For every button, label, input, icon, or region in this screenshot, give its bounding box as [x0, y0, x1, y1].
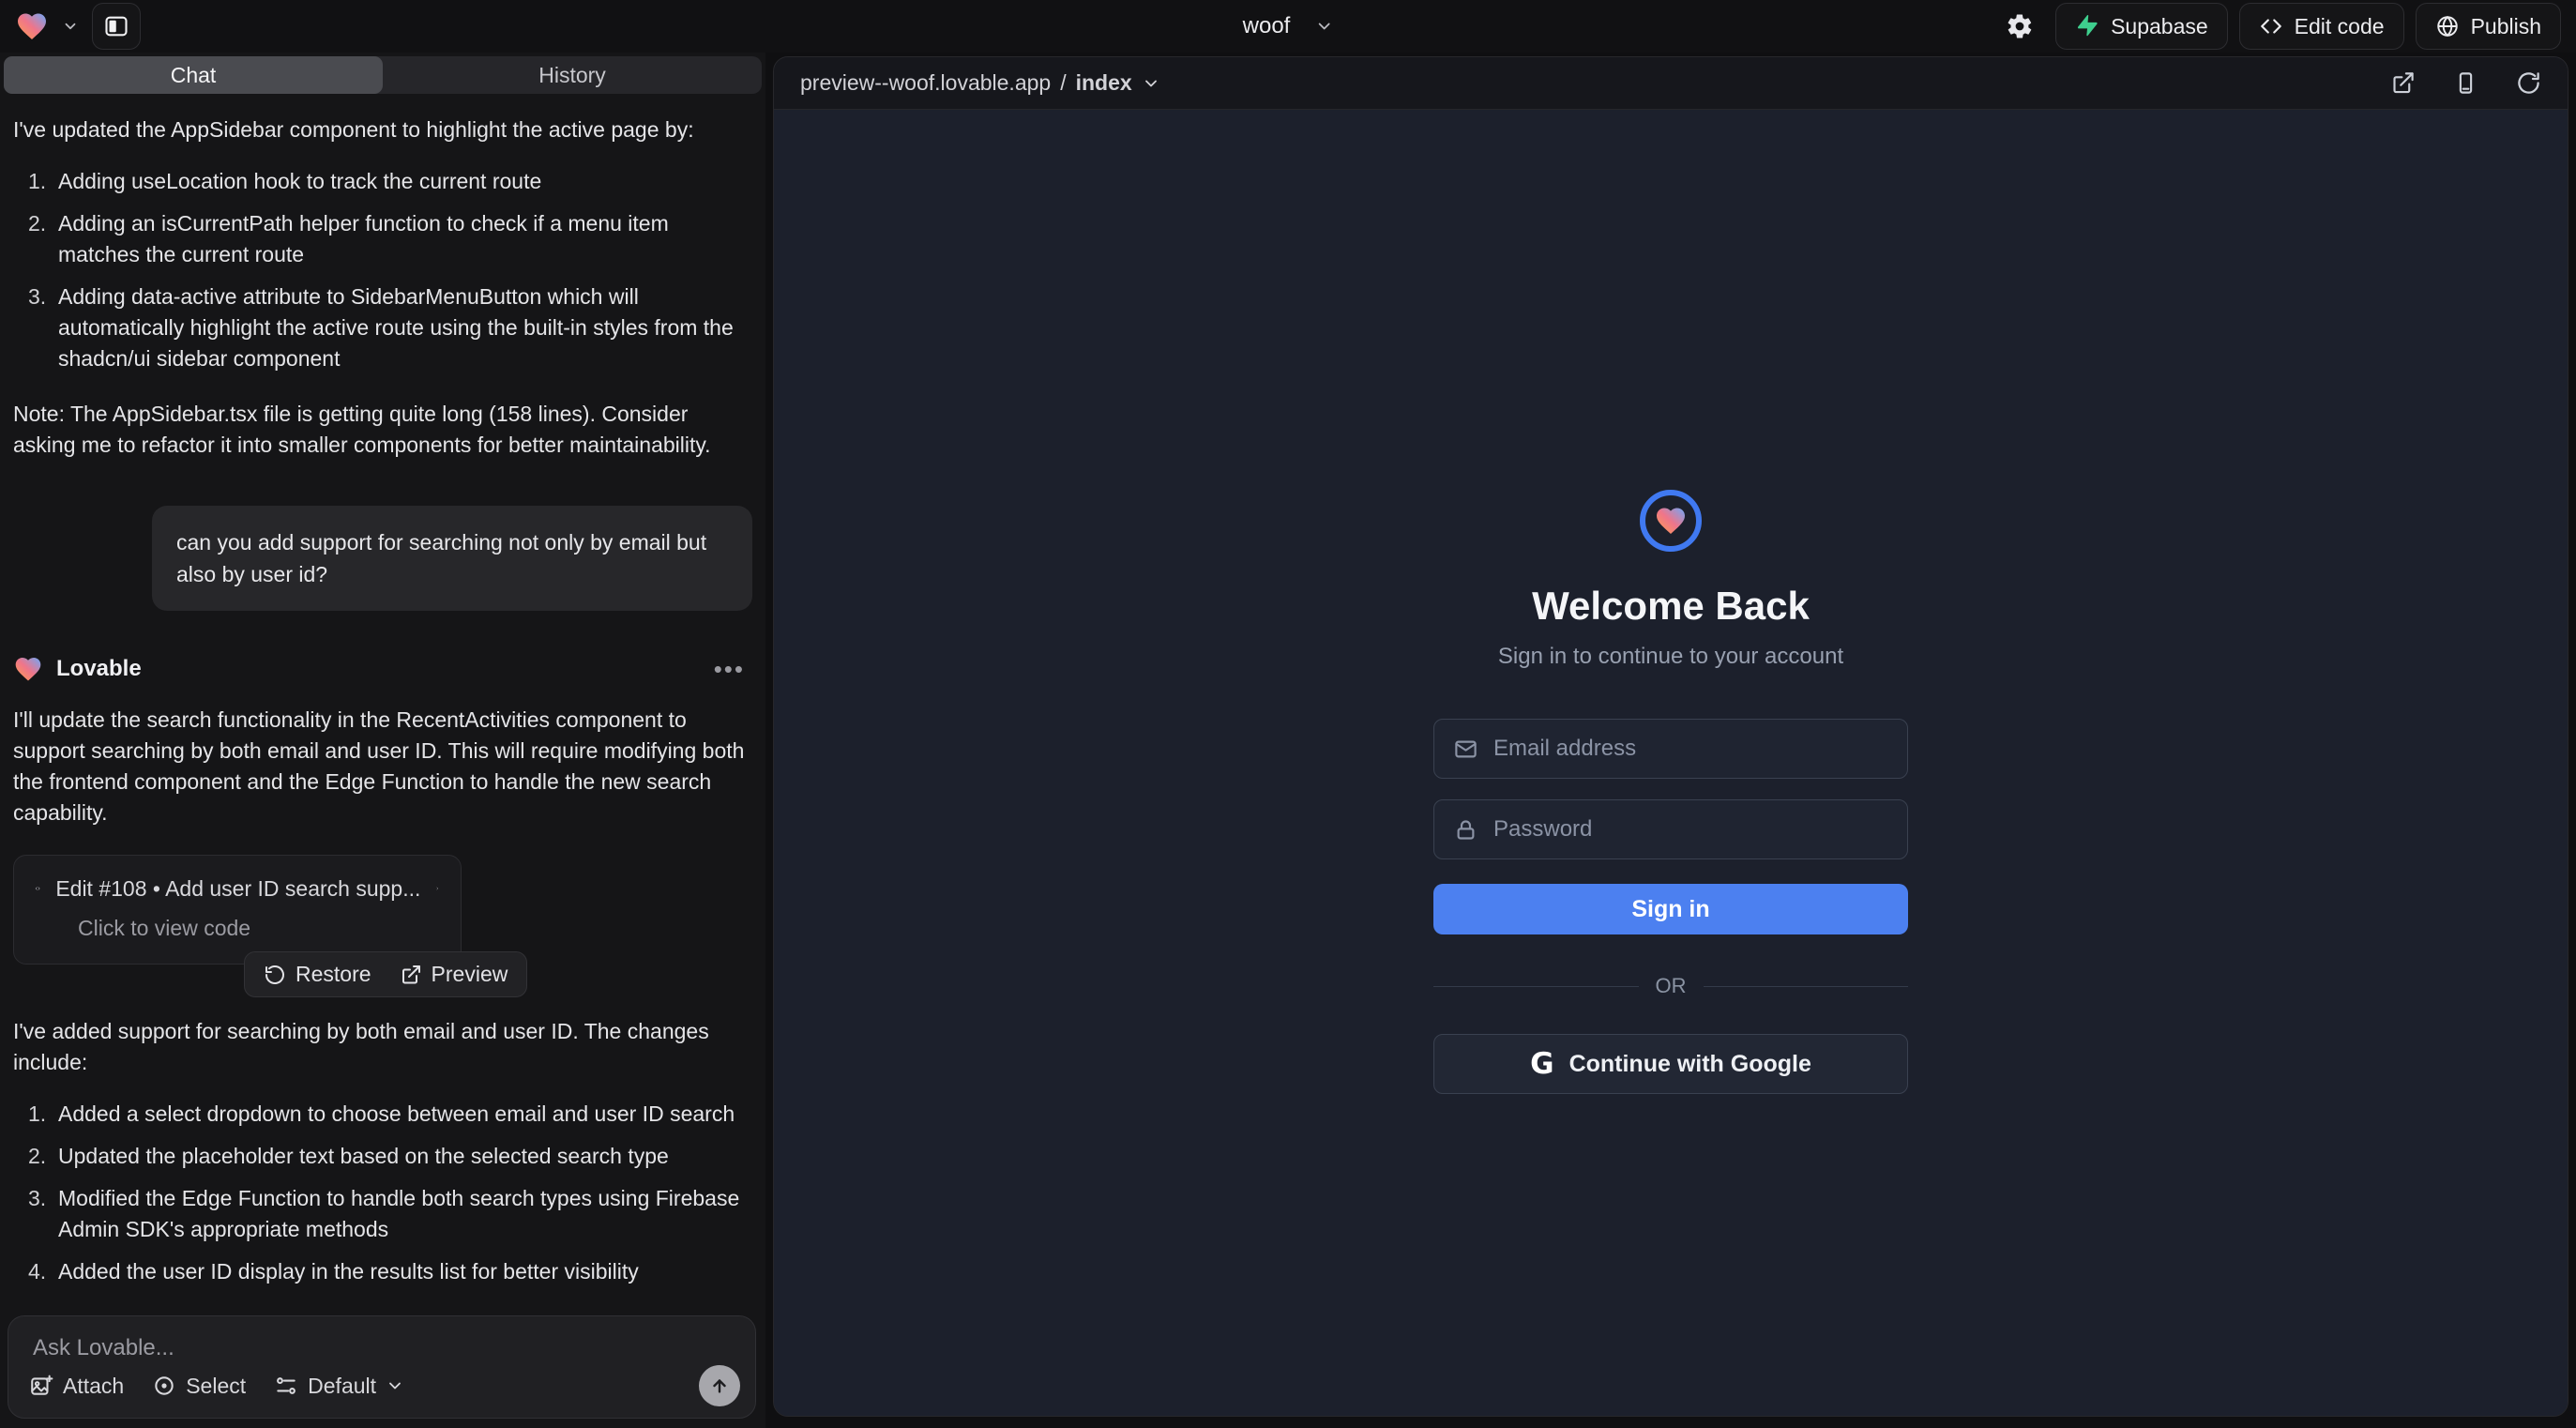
login-title: Welcome Back [1532, 584, 1810, 629]
refresh-button[interactable] [2516, 70, 2541, 96]
project-switcher[interactable]: woof [1243, 0, 1334, 53]
list-item: Updated the placeholder text based on th… [13, 1141, 752, 1172]
assistant-list: Added a select dropdown to choose betwee… [13, 1099, 752, 1287]
restore-button[interactable]: Restore [264, 962, 371, 987]
code-icon [2259, 14, 2283, 38]
preview-path: index [1076, 70, 1132, 96]
publish-button[interactable]: Publish [2416, 3, 2561, 50]
assistant-message-text: I've updated the AppSidebar component to… [13, 114, 752, 145]
edit-card-subtitle: Click to view code [35, 916, 440, 941]
chat-input[interactable] [33, 1335, 731, 1361]
send-button[interactable] [699, 1365, 740, 1406]
preview-url: preview--woof.lovable.app [800, 70, 1051, 96]
assistant-name: Lovable [56, 656, 142, 682]
user-message-bubble: can you add support for searching not on… [152, 506, 752, 611]
or-divider: OR [1433, 974, 1908, 998]
assistant-message-text: I've added support for searching by both… [13, 1016, 752, 1078]
continue-with-google-button[interactable]: G Continue with Google [1433, 1034, 1908, 1094]
preview-toolbar: preview--woof.lovable.app / index [774, 57, 2568, 110]
workspace-chevron-down-icon[interactable] [62, 18, 79, 35]
list-item: Added the user ID display in the results… [13, 1256, 752, 1287]
settings-button[interactable] [1995, 3, 2044, 50]
url-separator: / [1060, 70, 1066, 96]
mobile-icon [2453, 70, 2478, 96]
external-link-icon [2390, 70, 2416, 96]
external-link-icon [400, 964, 422, 986]
google-button-label: Continue with Google [1569, 1051, 1811, 1078]
edit-code-label: Edit code [2295, 14, 2385, 39]
open-in-new-tab-button[interactable] [2390, 70, 2416, 96]
list-item: Added a select dropdown to choose betwee… [13, 1099, 752, 1130]
assistant-message-text: I'll update the search functionality in … [13, 705, 752, 828]
supabase-icon [2075, 14, 2099, 38]
toggle-sidebar-button[interactable] [92, 3, 141, 50]
password-field[interactable] [1433, 799, 1908, 859]
sign-in-button[interactable]: Sign in [1433, 884, 1908, 934]
preview-panel: preview--woof.lovable.app / index [773, 56, 2568, 1417]
chevron-down-icon [386, 1376, 404, 1395]
code-icon [35, 874, 40, 903]
arrow-up-icon [709, 1375, 730, 1396]
mail-icon [1453, 737, 1478, 762]
supabase-button[interactable]: Supabase [2055, 3, 2228, 50]
list-item: Adding an isCurrentPath helper function … [13, 208, 752, 270]
sliders-icon [274, 1374, 298, 1398]
list-item: Modified the Edge Function to handle bot… [13, 1183, 752, 1245]
chat-history-tabs: Chat History [4, 56, 762, 94]
restore-icon [264, 964, 286, 986]
app-logo [1640, 490, 1702, 552]
lovable-avatar-icon [13, 654, 43, 684]
password-input[interactable] [1493, 816, 1888, 843]
project-chevron-down-icon [1314, 17, 1333, 36]
preview-url-selector[interactable]: preview--woof.lovable.app / index [800, 70, 1160, 96]
publish-label: Publish [2471, 14, 2541, 39]
composer: Attach Select Default [8, 1315, 756, 1419]
preview-version-button[interactable]: Preview [400, 962, 508, 987]
refresh-icon [2516, 70, 2541, 96]
select-element-button[interactable]: Select [152, 1374, 246, 1399]
heart-icon [1654, 504, 1688, 538]
assistant-list: Adding useLocation hook to track the cur… [13, 166, 752, 374]
assistant-message-header: Lovable ••• [13, 654, 752, 684]
lock-icon [1453, 817, 1478, 843]
gear-icon [2006, 12, 2034, 40]
target-icon [152, 1374, 176, 1398]
message-menu-ellipsis-icon[interactable]: ••• [714, 655, 752, 684]
attach-button[interactable]: Attach [29, 1374, 124, 1399]
project-name: woof [1243, 13, 1291, 39]
edit-card-title: Edit #108 • Add user ID search supp... [55, 876, 420, 902]
login-subtitle: Sign in to continue to your account [1498, 644, 1843, 670]
panel-left-icon [103, 13, 129, 39]
version-actions: Restore Preview [244, 951, 527, 997]
google-g-icon: G [1530, 1050, 1553, 1079]
assistant-note: Note: The AppSidebar.tsx file is getting… [13, 399, 752, 461]
preview-app-content: Welcome Back Sign in to continue to your… [774, 111, 2568, 1416]
or-label: OR [1656, 974, 1687, 998]
assistant-note: Note: The Edge Function file (fetch-fire… [13, 1312, 752, 1314]
list-item: Adding data-active attribute to SidebarM… [13, 281, 752, 374]
email-field[interactable] [1433, 719, 1908, 779]
edit-code-button[interactable]: Edit code [2239, 3, 2404, 50]
supabase-label: Supabase [2111, 14, 2208, 39]
chat-messages[interactable]: I've updated the AppSidebar component to… [0, 98, 765, 1314]
tab-chat[interactable]: Chat [4, 56, 383, 94]
chevron-down-icon [1142, 74, 1160, 93]
chevron-right-icon [435, 878, 440, 899]
mobile-view-button[interactable] [2453, 70, 2478, 96]
attach-image-icon [29, 1374, 53, 1398]
chat-panel: Chat History I've updated the AppSidebar… [0, 53, 765, 1428]
lovable-logo-icon[interactable] [15, 9, 49, 43]
globe-icon [2435, 14, 2460, 38]
topbar: woof Supabase Edit code Publish [0, 0, 2576, 53]
mode-selector[interactable]: Default [274, 1374, 404, 1399]
edit-version-card[interactable]: Edit #108 • Add user ID search supp... C… [13, 855, 462, 965]
list-item: Adding useLocation hook to track the cur… [13, 166, 752, 197]
tab-history[interactable]: History [383, 56, 762, 94]
email-input[interactable] [1493, 736, 1888, 762]
